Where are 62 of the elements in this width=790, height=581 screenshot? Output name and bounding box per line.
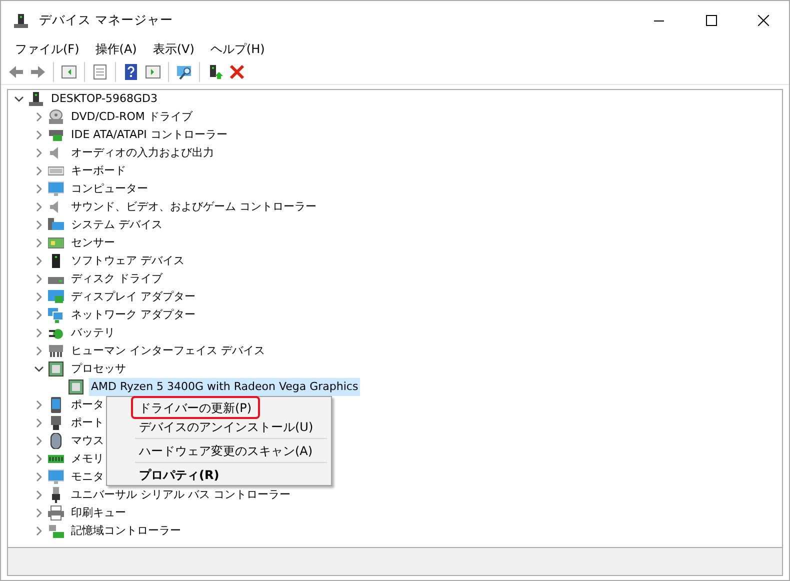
menu-item[interactable]: 操作(A): [87, 40, 145, 58]
tree-item[interactable]: キーボード: [69, 162, 128, 180]
monitor-icon: [48, 181, 64, 197]
menu-item[interactable]: ハードウェア変更のスキャン(A): [133, 441, 319, 460]
forward-arrow-button[interactable]: [29, 64, 47, 80]
menu-item[interactable]: ヘルプ(H): [202, 40, 273, 58]
tree-item[interactable]: モニタ: [69, 468, 106, 486]
panel-button[interactable]: [60, 64, 78, 80]
menu-item[interactable]: ドライバーの更新(P): [133, 398, 258, 417]
computer-icon: [28, 91, 44, 107]
menu-item[interactable]: プロパティ(R): [133, 465, 226, 484]
close-icon: [758, 14, 768, 26]
tree-item[interactable]: オーディオの入力および出力: [69, 144, 216, 162]
tree-item[interactable]: システム デバイス: [69, 216, 164, 234]
printer-icon: [48, 505, 64, 521]
maximize-icon: [706, 14, 716, 26]
tree-item[interactable]: メモリ: [69, 450, 106, 468]
system-board-icon: [48, 217, 64, 233]
tree-item[interactable]: 印刷キュー: [69, 504, 128, 522]
tree-item[interactable]: バッテリ: [69, 324, 117, 342]
tree-item[interactable]: ヒューマン インターフェイス デバイス: [69, 342, 267, 360]
tree-item[interactable]: ディスク ドライブ: [69, 270, 164, 288]
tree-item[interactable]: DESKTOP-5968GD3: [49, 90, 160, 108]
tree-item[interactable]: プロセッサ: [69, 360, 128, 378]
panel-button[interactable]: [144, 64, 162, 80]
tree-item[interactable]: マウス: [69, 432, 106, 450]
display-adapter-icon: [48, 289, 64, 305]
tablet-icon: [48, 397, 64, 413]
tree-item[interactable]: サウンド、ビデオ、およびゲーム コントローラー: [69, 198, 318, 216]
monitor-icon: [48, 469, 64, 485]
disc-drive-icon: [48, 109, 64, 125]
chip-icon: [68, 379, 84, 395]
tree-item[interactable]: ポート: [69, 414, 106, 432]
hid-icon: [48, 343, 64, 359]
network-icon: [48, 307, 64, 323]
tree-item[interactable]: ネットワーク アダプター: [69, 306, 198, 324]
sensor-icon: [48, 235, 64, 251]
tree-item[interactable]: ユニバーサル シリアル バス コントローラー: [69, 486, 292, 504]
tree-item[interactable]: DVD/CD-ROM ドライブ: [69, 108, 194, 126]
storage-icon: [48, 523, 64, 539]
properties-sheet-button[interactable]: [91, 64, 109, 80]
menu-item[interactable]: 表示(V): [144, 40, 202, 58]
tree-item[interactable]: コンピューター: [69, 180, 150, 198]
tree-item[interactable]: ディスプレイ アダプター: [69, 288, 198, 306]
tree-item[interactable]: センサー: [69, 234, 117, 252]
tree-item[interactable]: IDE ATA/ATAPI コントローラー: [69, 126, 230, 144]
mouse-icon: [48, 433, 64, 449]
tree-item[interactable]: ソフトウェア デバイス: [69, 252, 186, 270]
computer-icon: [13, 12, 29, 29]
delete-button[interactable]: [228, 64, 246, 80]
tree-item[interactable]: AMD Ryzen 5 3400G with Radeon Vega Graphics: [89, 378, 360, 396]
tree-item[interactable]: ポータ: [69, 396, 106, 414]
tree-item[interactable]: 記憶域コントローラー: [69, 522, 183, 540]
port-icon: [48, 415, 64, 431]
help-button[interactable]: [122, 64, 140, 80]
chip-icon: [48, 361, 64, 377]
menu-item[interactable]: ファイル(F): [7, 40, 88, 58]
controller-card-icon: [48, 127, 64, 143]
back-arrow-button[interactable]: [7, 64, 25, 80]
window-title: デバイス マネージャー: [39, 10, 173, 29]
menu-item[interactable]: デバイスのアンインストール(U): [133, 417, 320, 436]
monitor-search-button[interactable]: [175, 64, 193, 80]
